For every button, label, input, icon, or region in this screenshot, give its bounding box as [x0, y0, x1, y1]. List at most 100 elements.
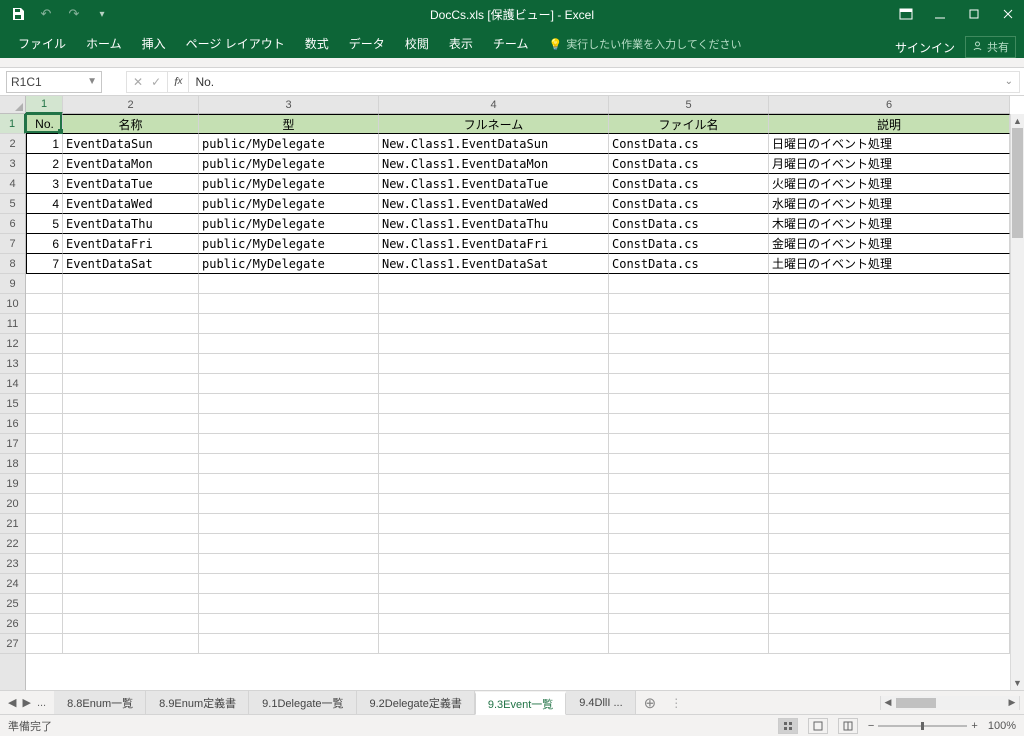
cell[interactable]: [63, 274, 199, 294]
row-header-9[interactable]: 9: [0, 274, 25, 294]
cell[interactable]: [379, 534, 609, 554]
cell[interactable]: [609, 314, 769, 334]
cell[interactable]: [199, 614, 379, 634]
cell[interactable]: [769, 394, 1010, 414]
cell[interactable]: [379, 334, 609, 354]
cell[interactable]: [609, 634, 769, 654]
cell[interactable]: [769, 314, 1010, 334]
cell[interactable]: 木曜日のイベント処理: [769, 214, 1010, 234]
cell[interactable]: [769, 434, 1010, 454]
row-header-27[interactable]: 27: [0, 634, 25, 654]
cell[interactable]: [379, 314, 609, 334]
vertical-scrollbar[interactable]: ▲ ▼: [1010, 114, 1024, 690]
cell[interactable]: [199, 494, 379, 514]
cell[interactable]: [609, 434, 769, 454]
cell[interactable]: [26, 534, 63, 554]
close-icon[interactable]: [1000, 6, 1016, 22]
tab-formulas[interactable]: 数式: [295, 29, 339, 58]
cell[interactable]: [26, 314, 63, 334]
cell[interactable]: [26, 354, 63, 374]
scroll-right-icon[interactable]: ▶: [1005, 697, 1019, 708]
sheet-tab[interactable]: 9.1Delegate一覧: [249, 691, 356, 714]
cell[interactable]: [63, 434, 199, 454]
cancel-formula-icon[interactable]: ✕: [133, 75, 143, 89]
cell[interactable]: [199, 574, 379, 594]
sheet-tab[interactable]: 9.4DllI ...: [566, 691, 635, 714]
maximize-icon[interactable]: [966, 6, 982, 22]
cell[interactable]: [63, 554, 199, 574]
share-button[interactable]: 共有: [965, 36, 1016, 58]
row-header-25[interactable]: 25: [0, 594, 25, 614]
cell[interactable]: ConstData.cs: [609, 154, 769, 174]
cell[interactable]: [609, 594, 769, 614]
table-header-cell[interactable]: ファイル名: [609, 114, 769, 134]
cell[interactable]: New.Class1.EventDataSat: [379, 254, 609, 274]
cell[interactable]: [199, 334, 379, 354]
cell[interactable]: [769, 374, 1010, 394]
cell[interactable]: [26, 574, 63, 594]
sheet-tab[interactable]: 8.9Enum定義書: [146, 691, 249, 714]
cell[interactable]: [26, 514, 63, 534]
cell[interactable]: [63, 314, 199, 334]
cell[interactable]: [379, 294, 609, 314]
scroll-down-icon[interactable]: ▼: [1011, 676, 1024, 690]
name-box-dropdown-icon[interactable]: ▼: [87, 76, 97, 87]
cell[interactable]: [199, 354, 379, 374]
tab-insert[interactable]: 挿入: [132, 29, 176, 58]
cell[interactable]: [63, 494, 199, 514]
cell[interactable]: [26, 614, 63, 634]
cell[interactable]: [63, 454, 199, 474]
cell[interactable]: [379, 274, 609, 294]
cell[interactable]: [379, 494, 609, 514]
cell[interactable]: [26, 434, 63, 454]
cell[interactable]: public/MyDelegate: [199, 174, 379, 194]
cell[interactable]: [63, 474, 199, 494]
zoom-track[interactable]: [878, 725, 967, 727]
cell[interactable]: [379, 574, 609, 594]
cell[interactable]: [609, 354, 769, 374]
cell[interactable]: [199, 434, 379, 454]
cell[interactable]: 7: [26, 254, 63, 274]
cell[interactable]: [769, 294, 1010, 314]
cell[interactable]: public/MyDelegate: [199, 154, 379, 174]
formula-bar[interactable]: No. ⌄: [188, 71, 1020, 93]
cell[interactable]: [379, 594, 609, 614]
row-header-17[interactable]: 17: [0, 434, 25, 454]
cell[interactable]: public/MyDelegate: [199, 134, 379, 154]
cell[interactable]: [379, 374, 609, 394]
signin-link[interactable]: サインイン: [895, 39, 955, 56]
row-header-5[interactable]: 5: [0, 194, 25, 214]
ribbon-display-icon[interactable]: [898, 6, 914, 22]
cell[interactable]: [26, 494, 63, 514]
cell[interactable]: [609, 574, 769, 594]
row-header-15[interactable]: 15: [0, 394, 25, 414]
cell[interactable]: [379, 614, 609, 634]
cell[interactable]: [609, 494, 769, 514]
select-all-triangle[interactable]: [0, 96, 26, 114]
row-header-14[interactable]: 14: [0, 374, 25, 394]
horizontal-scrollbar[interactable]: ◀ ▶: [880, 696, 1020, 710]
row-header-23[interactable]: 23: [0, 554, 25, 574]
tell-me-search[interactable]: 💡 実行したい作業を入力してください: [538, 30, 751, 58]
cell[interactable]: New.Class1.EventDataMon: [379, 154, 609, 174]
cell[interactable]: EventDataMon: [63, 154, 199, 174]
cell[interactable]: [379, 554, 609, 574]
cell[interactable]: [379, 634, 609, 654]
cell[interactable]: [63, 354, 199, 374]
cell[interactable]: [26, 334, 63, 354]
cell[interactable]: 2: [26, 154, 63, 174]
cell[interactable]: [769, 514, 1010, 534]
cell[interactable]: [379, 414, 609, 434]
row-header-2[interactable]: 2: [0, 134, 25, 154]
minimize-icon[interactable]: [932, 6, 948, 22]
hscroll-thumb[interactable]: [896, 698, 936, 708]
cell[interactable]: [26, 594, 63, 614]
cell[interactable]: ConstData.cs: [609, 174, 769, 194]
zoom-slider[interactable]: − +: [868, 720, 978, 732]
tab-data[interactable]: データ: [339, 29, 395, 58]
qat-menu-icon[interactable]: ▾: [94, 6, 110, 22]
tab-nav-more-icon[interactable]: ...: [37, 697, 46, 709]
table-header-cell[interactable]: フルネーム: [379, 114, 609, 134]
cell[interactable]: EventDataFri: [63, 234, 199, 254]
new-sheet-button[interactable]: ⊕: [636, 694, 665, 712]
